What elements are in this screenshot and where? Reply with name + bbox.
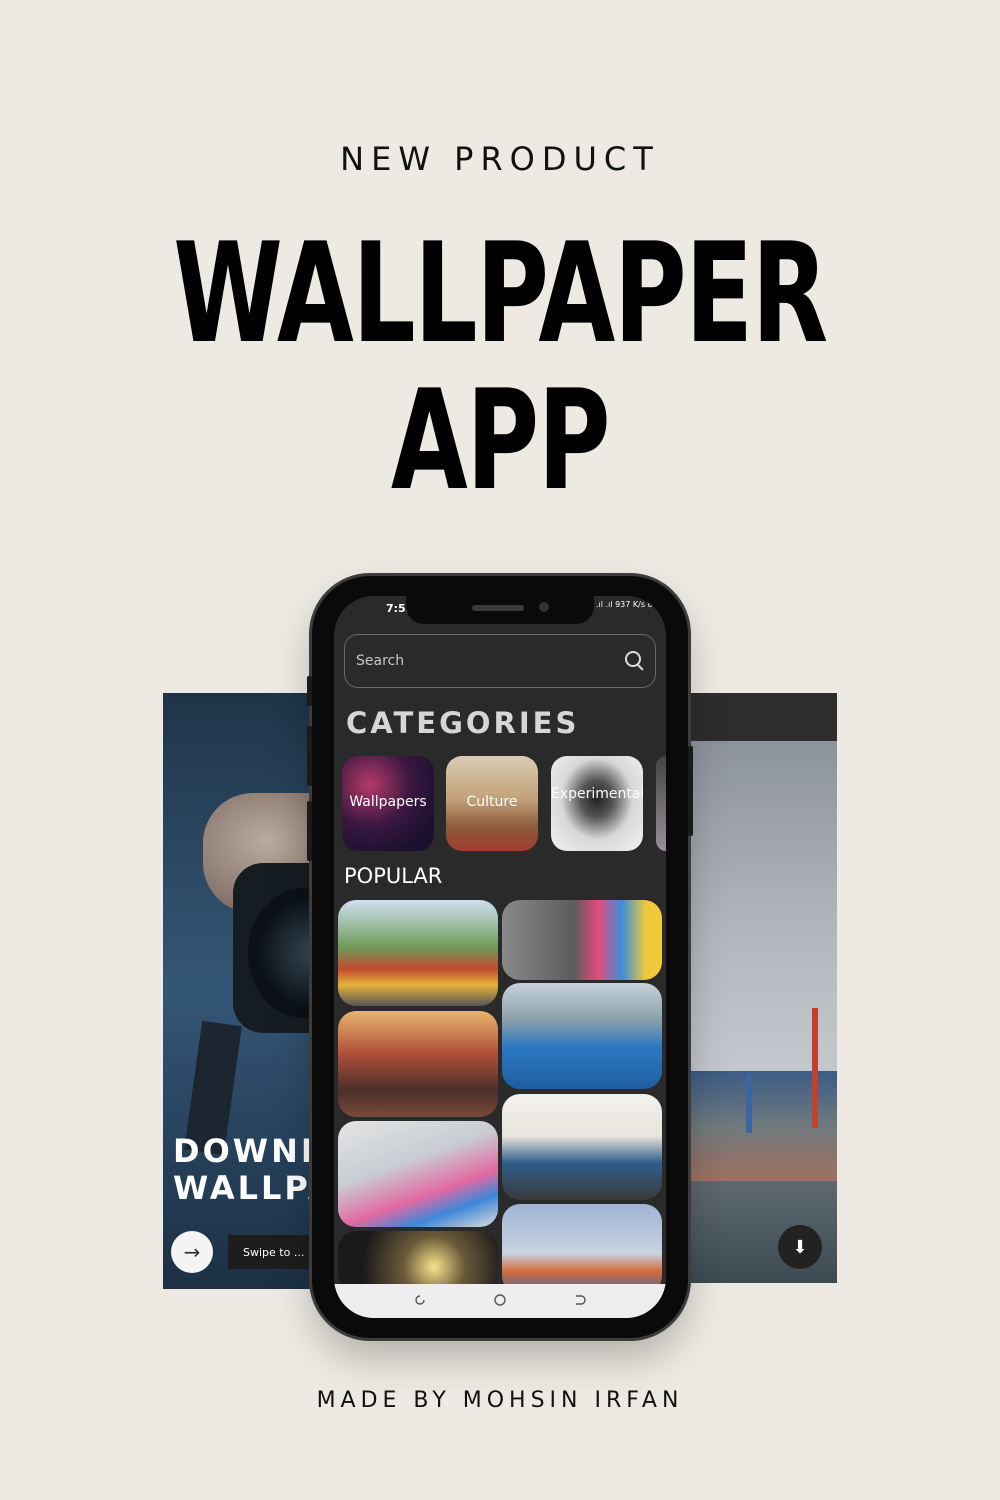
phone-side-button — [307, 726, 312, 786]
credit-text: MADE BY MOHSIN IRFAN — [316, 1388, 684, 1413]
onboarding-title-line-1: DOWNLO — [173, 1132, 323, 1170]
status-icons: .ıl .ıl 937 K/s 80 — [596, 600, 658, 609]
category-card-experimental[interactable]: Experimental — [551, 756, 643, 851]
phone-side-button — [307, 801, 312, 861]
phone-notch — [406, 596, 594, 624]
kicker-text: NEW PRODUCT — [340, 140, 660, 178]
popular-tile-port[interactable] — [502, 1204, 662, 1294]
headline-line-1: WALLPAPER — [173, 213, 828, 374]
popular-tile-market[interactable] — [338, 1011, 498, 1117]
download-button[interactable]: ⬇ — [778, 1225, 822, 1269]
popular-tile-heads[interactable] — [502, 900, 662, 980]
back-icon[interactable] — [574, 1294, 586, 1306]
detail-top-bar — [686, 693, 837, 741]
category-label: Culture — [466, 794, 518, 810]
search-input[interactable]: Search — [344, 634, 656, 688]
popular-tile-office[interactable] — [502, 1094, 662, 1200]
recent-apps-icon[interactable] — [414, 1294, 426, 1306]
categories-heading: CATEGORIES — [346, 706, 580, 740]
popular-tile-lab[interactable] — [338, 1121, 498, 1227]
phone-power-button — [688, 746, 693, 836]
popular-tile-pool[interactable] — [502, 983, 662, 1089]
phone-side-button — [307, 676, 312, 706]
front-camera — [539, 602, 549, 612]
popular-tile-lights[interactable] — [338, 1231, 498, 1291]
category-card-more[interactable] — [656, 756, 666, 851]
wallpaper-detail-preview: ⬇ — [686, 693, 837, 1283]
onboarding-screen-preview: DOWNLO WALLPA → Swipe to ... — [163, 693, 323, 1289]
download-icon: ⬇ — [792, 1236, 808, 1258]
phone-mockup: 7:55 .ıl .ıl 937 K/s 80 Search CATEGORIE… — [307, 576, 693, 1338]
speaker-grille — [472, 605, 524, 611]
swipe-button[interactable]: Swipe to ... — [228, 1235, 323, 1269]
onboarding-title: DOWNLO WALLPA — [173, 1133, 323, 1207]
category-card-culture[interactable]: Culture — [446, 756, 538, 851]
category-label: Experimental — [551, 786, 643, 802]
headline-line-2: APP — [390, 360, 611, 521]
photo-crane — [812, 1008, 818, 1128]
category-label: Wallpapers — [349, 794, 427, 810]
photo-crane — [746, 1073, 752, 1133]
app-screen: 7:55 .ıl .ıl 937 K/s 80 Search CATEGORIE… — [334, 596, 666, 1318]
system-nav-bar — [334, 1284, 666, 1318]
popular-heading: POPULAR — [344, 864, 443, 888]
arrow-right-icon: → — [183, 1240, 201, 1264]
home-icon[interactable] — [494, 1294, 506, 1306]
category-card-wallpapers[interactable]: Wallpapers — [342, 756, 434, 851]
next-arrow-button[interactable]: → — [171, 1231, 213, 1273]
search-placeholder: Search — [356, 653, 405, 669]
search-icon[interactable] — [625, 651, 641, 667]
popular-tile-festival[interactable] — [338, 900, 498, 1006]
onboarding-title-line-2: WALLPA — [173, 1168, 323, 1207]
